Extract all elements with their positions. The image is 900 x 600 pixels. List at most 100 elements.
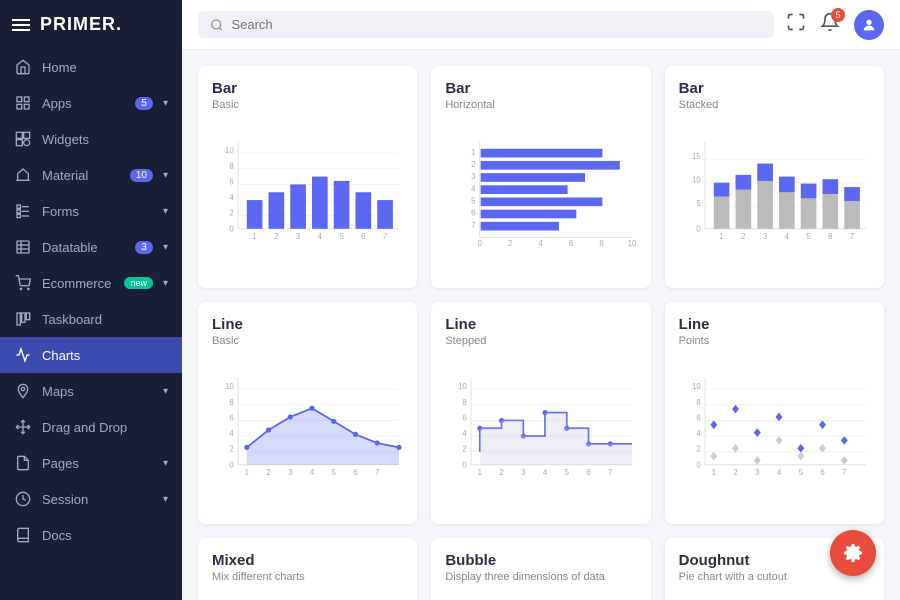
svg-text:0: 0 <box>696 460 701 469</box>
svg-text:3: 3 <box>755 468 759 477</box>
sidebar-item-home[interactable]: Home <box>0 49 182 85</box>
svg-text:3: 3 <box>288 468 292 477</box>
svg-text:1: 1 <box>471 148 475 157</box>
ecommerce-arrow: ▾ <box>163 278 168 289</box>
chart-bar-basic: Bar Basic 0 2 4 6 8 10 <box>198 66 417 288</box>
sidebar-item-label-draganddrop: Drag and Drop <box>42 420 168 435</box>
search-input[interactable] <box>231 17 762 32</box>
fullscreen-button[interactable] <box>786 12 806 37</box>
forms-icon <box>14 202 32 220</box>
ecommerce-badge: new <box>124 277 153 289</box>
sidebar-item-pages[interactable]: Pages ▾ <box>0 445 182 481</box>
settings-icon <box>843 543 863 563</box>
topbar-icons: 5 <box>786 10 884 40</box>
sidebar-item-widgets[interactable]: Widgets <box>0 121 182 157</box>
chart-title-line-stepped: Line <box>445 316 636 333</box>
sidebar-item-material[interactable]: Material 10 ▾ <box>0 157 182 193</box>
sidebar-item-label-datatable: Datatable <box>42 240 125 255</box>
svg-text:3: 3 <box>763 232 767 241</box>
svg-text:1: 1 <box>711 468 715 477</box>
svg-text:6: 6 <box>361 232 365 241</box>
sidebar-item-ecommerce[interactable]: Ecommerce new ▾ <box>0 265 182 301</box>
sidebar-item-datatable[interactable]: Datatable 3 ▾ <box>0 229 182 265</box>
apps-icon <box>14 94 32 112</box>
session-arrow: ▾ <box>163 494 168 505</box>
widgets-icon <box>14 130 32 148</box>
sidebar-item-maps[interactable]: Maps ▾ <box>0 373 182 409</box>
datatable-arrow: ▾ <box>163 242 168 253</box>
sidebar-item-apps[interactable]: Apps 5 ▾ <box>0 85 182 121</box>
svg-text:2: 2 <box>696 445 700 454</box>
sidebar-item-draganddrop[interactable]: Drag and Drop <box>0 409 182 445</box>
sidebar-item-charts[interactable]: Charts <box>0 337 182 373</box>
svg-text:6: 6 <box>569 239 573 248</box>
chart-bubble: Bubble Display three dimensions of data … <box>431 538 650 600</box>
fab-button[interactable] <box>830 530 876 576</box>
sidebar-item-label-widgets: Widgets <box>42 132 168 147</box>
svg-text:4: 4 <box>310 468 315 477</box>
sidebar-item-label-docs: Docs <box>42 528 168 543</box>
forms-arrow: ▾ <box>163 206 168 217</box>
sidebar-item-label-maps: Maps <box>42 384 153 399</box>
session-icon <box>14 490 32 508</box>
chart-line-basic: Line Basic 0 2 4 6 8 10 <box>198 302 417 524</box>
svg-text:6: 6 <box>696 413 700 422</box>
svg-text:1: 1 <box>719 232 723 241</box>
svg-text:0: 0 <box>229 460 234 469</box>
sidebar-header: PRIMER. <box>0 0 182 49</box>
svg-text:6: 6 <box>353 468 357 477</box>
svg-text:2: 2 <box>733 468 737 477</box>
svg-text:0: 0 <box>463 460 468 469</box>
svg-text:7: 7 <box>383 232 387 241</box>
sidebar-item-docs[interactable]: Docs <box>0 517 182 553</box>
chart-bar-stacked: Bar Stacked 0 5 10 15 <box>665 66 884 288</box>
svg-text:6: 6 <box>229 413 233 422</box>
svg-text:10: 10 <box>692 176 701 185</box>
chart-subtitle-bar-horizontal: Horizontal <box>445 99 636 111</box>
apps-arrow: ▾ <box>163 98 168 109</box>
maps-icon <box>14 382 32 400</box>
sidebar-item-taskboard[interactable]: Taskboard <box>0 301 182 337</box>
sidebar-item-session[interactable]: Session ▾ <box>0 481 182 517</box>
chart-bar-horizontal: Bar Horizontal 1 2 3 4 5 6 7 0 2 4 6 8 1… <box>431 66 650 288</box>
chart-title-line-basic: Line <box>212 316 403 333</box>
svg-text:7: 7 <box>850 232 854 241</box>
svg-text:5: 5 <box>339 232 344 241</box>
chart-title-mixed: Mixed <box>212 552 403 569</box>
docs-icon <box>14 526 32 544</box>
chart-subtitle-line-basic: Basic <box>212 335 403 347</box>
svg-text:5: 5 <box>696 199 701 208</box>
chart-subtitle-mixed: Mix different charts <box>212 571 403 583</box>
material-icon <box>14 166 32 184</box>
svg-text:2: 2 <box>741 232 745 241</box>
datatable-badge: 3 <box>135 241 153 254</box>
svg-text:5: 5 <box>471 197 476 206</box>
svg-text:6: 6 <box>828 232 832 241</box>
svg-text:6: 6 <box>820 468 824 477</box>
sidebar-item-label-material: Material <box>42 168 120 183</box>
sidebar-item-label-charts: Charts <box>42 348 168 363</box>
drag-icon <box>14 418 32 436</box>
svg-text:8: 8 <box>229 398 233 407</box>
svg-text:10: 10 <box>692 382 701 391</box>
chart-title-line-points: Line <box>679 316 870 333</box>
search-icon <box>210 18 223 32</box>
chart-svg-line-basic: 0 2 4 6 8 10 <box>212 355 403 505</box>
svg-text:5: 5 <box>565 468 570 477</box>
svg-text:2: 2 <box>471 160 475 169</box>
sidebar-item-forms[interactable]: Forms ▾ <box>0 193 182 229</box>
user-avatar[interactable] <box>854 10 884 40</box>
svg-text:2: 2 <box>266 468 270 477</box>
svg-text:8: 8 <box>600 239 604 248</box>
svg-text:10: 10 <box>458 382 467 391</box>
notification-button[interactable]: 5 <box>820 12 840 37</box>
svg-text:0: 0 <box>696 224 701 233</box>
chart-title-bar-stacked: Bar <box>679 80 870 97</box>
search-bar[interactable] <box>198 11 774 38</box>
svg-text:1: 1 <box>245 468 249 477</box>
chart-line-points: Line Points 0 2 4 6 8 10 <box>665 302 884 524</box>
hamburger-icon[interactable] <box>12 19 30 31</box>
chart-svg-bar-basic: 0 2 4 6 8 10 1 <box>212 119 403 269</box>
home-icon <box>14 58 32 76</box>
pages-icon <box>14 454 32 472</box>
